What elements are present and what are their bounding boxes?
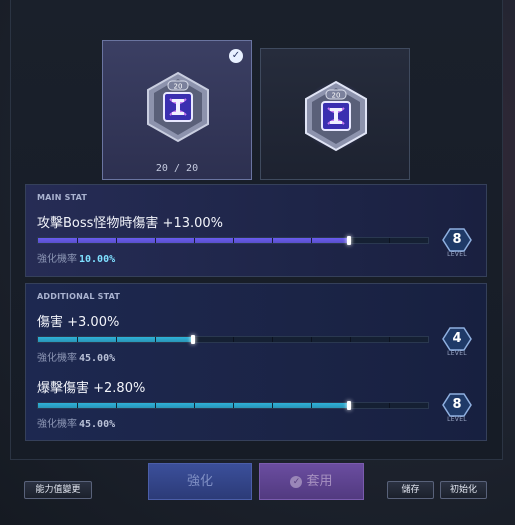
progress-segment-divider bbox=[77, 337, 78, 342]
additional-stat-1-progress-bar bbox=[37, 335, 429, 344]
progress-segment-divider bbox=[116, 403, 117, 408]
progress-tip bbox=[347, 401, 351, 410]
additional-stat-2-level-number: 8 bbox=[452, 397, 462, 412]
main-stat-section: MAIN STAT 攻擊Boss怪物時傷害 +13.00% 強化機率 10.00%… bbox=[25, 184, 487, 277]
main-stat-title: MAIN STAT bbox=[37, 193, 88, 202]
gem-level-badge: 20 bbox=[174, 83, 183, 91]
enhancement-window: ✓ 20 20 / 20 20 MAIN STAT 攻擊Boss怪物時傷害 +1… bbox=[0, 0, 515, 525]
reset-button[interactable]: 初始化 bbox=[440, 481, 487, 499]
additional-stat-section: ADDITIONAL STAT 傷害 +3.00% 強化機率 45.00% 4 L… bbox=[25, 283, 487, 441]
main-stat-level-number: 8 bbox=[452, 232, 462, 247]
progress-segment-divider bbox=[233, 238, 234, 243]
gem-icon: 20 bbox=[147, 71, 209, 143]
additional-stat-1-rate-value: 45.00% bbox=[79, 353, 116, 364]
additional-stat-1-level-number: 4 bbox=[452, 331, 462, 346]
progress-segment-divider bbox=[77, 238, 78, 243]
additional-stat-1-label: 傷害 +3.00% bbox=[37, 315, 120, 330]
progress-segment-divider bbox=[389, 403, 390, 408]
additional-stat-2-progress-bar bbox=[37, 401, 429, 410]
stat-change-button[interactable]: 能力值變更 bbox=[24, 481, 92, 499]
apply-check-icon: ✓ bbox=[290, 476, 303, 488]
main-stat-label: 攻擊Boss怪物時傷害 +13.00% bbox=[37, 216, 224, 231]
additional-stat-2-rate-value: 45.00% bbox=[79, 419, 116, 430]
item-card-current[interactable]: ✓ 20 20 / 20 bbox=[102, 40, 252, 180]
main-stat-rate-value: 10.00% bbox=[79, 254, 116, 265]
progress-segment-divider bbox=[350, 337, 351, 342]
progress-segment-divider bbox=[194, 403, 195, 408]
apply-button[interactable]: ✓ 套用 bbox=[259, 463, 364, 500]
gem-level-badge: 20 bbox=[332, 92, 341, 100]
level-label: LEVEL bbox=[447, 251, 467, 258]
progress-segment-divider bbox=[389, 238, 390, 243]
progress-segment-divider bbox=[311, 238, 312, 243]
additional-stat-2-label: 爆擊傷害 +2.80% bbox=[37, 381, 146, 396]
main-stat-rate: 強化機率 10.00% bbox=[37, 254, 116, 265]
additional-stat-title: ADDITIONAL STAT bbox=[37, 292, 121, 301]
progress-segment-divider bbox=[155, 403, 156, 408]
main-stat-progress-bar bbox=[37, 236, 429, 245]
progress-segment-divider bbox=[311, 337, 312, 342]
progress-segment-divider bbox=[389, 337, 390, 342]
additional-stat-2-rate: 強化機率 45.00% bbox=[37, 419, 116, 430]
level-label: LEVEL bbox=[447, 350, 467, 357]
progress-tip bbox=[191, 335, 195, 344]
save-button[interactable]: 儲存 bbox=[387, 481, 434, 499]
progress-segment-divider bbox=[311, 403, 312, 408]
progress-segment-divider bbox=[77, 403, 78, 408]
main-stat-level: 8 LEVEL bbox=[441, 227, 473, 263]
item-card-result[interactable]: 20 bbox=[260, 48, 410, 180]
progress-segment-divider bbox=[155, 238, 156, 243]
progress-tip bbox=[347, 236, 351, 245]
progress-segment-divider bbox=[272, 337, 273, 342]
additional-stat-2-level: 8 LEVEL bbox=[441, 392, 473, 428]
additional-stat-1-rate: 強化機率 45.00% bbox=[37, 353, 116, 364]
gem-icon: 20 bbox=[303, 80, 369, 152]
apply-button-label: 套用 bbox=[306, 474, 333, 489]
strengthen-button[interactable]: 強化 bbox=[148, 463, 252, 500]
progress-segment-divider bbox=[233, 337, 234, 342]
progress-segment-divider bbox=[155, 337, 156, 342]
level-label: LEVEL bbox=[447, 416, 467, 423]
progress-segment-divider bbox=[194, 238, 195, 243]
progress-segment-divider bbox=[233, 403, 234, 408]
progress-segment-divider bbox=[272, 238, 273, 243]
progress-segment-divider bbox=[116, 337, 117, 342]
progress-segment-divider bbox=[272, 403, 273, 408]
item-count: 20 / 20 bbox=[155, 163, 199, 174]
progress-segment-divider bbox=[116, 238, 117, 243]
additional-stat-1-level: 4 LEVEL bbox=[441, 326, 473, 362]
check-icon: ✓ bbox=[229, 49, 243, 63]
